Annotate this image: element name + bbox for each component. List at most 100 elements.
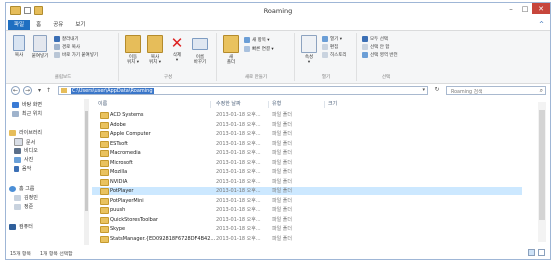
new-group-label: 새로 만들기 <box>244 75 268 80</box>
select-group: 모두 선택 선택 안 함 선택 영역 반전 선택 <box>358 33 414 81</box>
file-name: PotPlayerMini <box>110 197 144 204</box>
table-row[interactable]: ACD Systems 2013-01-18 오후... 파일 폴더 <box>92 111 522 119</box>
status-bar: 15개 항목 1개 항목 선택함 <box>6 247 550 259</box>
nav-item-computer[interactable]: 컴퓨터 <box>9 223 33 230</box>
maximize-button[interactable]: □ <box>518 3 532 14</box>
nav-item-user-1[interactable]: 김정민 <box>14 194 38 201</box>
table-row[interactable]: Microsoft 2013-01-18 오후... 파일 폴더 <box>92 159 522 167</box>
tab-view[interactable]: 보기 <box>69 20 91 30</box>
rename-button[interactable]: 이름 바꾸기 <box>190 35 210 65</box>
table-row[interactable]: Apple Computer 2013-01-18 오후... 파일 폴더 <box>92 130 522 138</box>
new-item-button[interactable]: 새 항목 ▾ <box>244 37 270 43</box>
folder-icon <box>100 197 109 205</box>
folder-icon <box>100 169 109 176</box>
edit-button[interactable]: 편집 <box>322 44 338 50</box>
table-row[interactable]: PotPlayerMini 2013-01-18 오후... 파일 폴더 <box>92 197 522 205</box>
nav-item-user-2[interactable]: 정준 <box>14 203 33 210</box>
search-icon[interactable]: ⌕ <box>540 87 543 95</box>
nav-item-pictures[interactable]: 사진 <box>14 156 33 163</box>
ribbon: 복사 붙여넣기 잘라내기 경로 복사 바로 가기 붙여넣기 클립보드 이동 위치… <box>6 30 550 84</box>
nav-scrollbar[interactable] <box>84 99 89 245</box>
column-header-size[interactable]: 크기 <box>328 99 337 109</box>
nav-item-desktop[interactable]: 바탕 화면 <box>12 101 42 108</box>
cut-button[interactable]: 잘라내기 <box>54 36 79 42</box>
nav-item-homegroup[interactable]: 홈 그룹 <box>9 185 34 192</box>
list-scrollbar-thumb[interactable] <box>539 110 545 220</box>
select-all-button[interactable]: 모두 선택 <box>362 36 388 42</box>
new-item-label: 새 항목 ▾ <box>252 38 270 43</box>
ribbon-collapse-icon[interactable]: ^ <box>539 21 544 28</box>
paste-shortcut-button[interactable]: 바로 가기 붙여넣기 <box>54 52 98 58</box>
file-date: 2013-01-18 오후... <box>216 140 261 147</box>
column-header-date[interactable]: 수정한 날짜 <box>216 99 241 109</box>
nav-item-documents[interactable]: 문서 <box>14 138 35 146</box>
easy-access-label: 빠른 연결 ▾ <box>252 47 274 52</box>
pin-button[interactable]: 복사 <box>10 35 28 58</box>
window-controls: – □ ✕ <box>504 3 550 14</box>
address-path[interactable]: C:\Users\user\AppData\Roaming <box>71 88 154 94</box>
table-row[interactable]: Skype 2013-01-18 오후... 파일 폴더 <box>92 225 522 233</box>
forward-button[interactable]: → <box>23 86 32 95</box>
table-row[interactable]: ESTsoft 2013-01-18 오후... 파일 폴더 <box>92 140 522 148</box>
move-to-button[interactable]: 이동 위치 ▾ <box>124 35 142 65</box>
up-button[interactable]: ↑ <box>44 86 53 95</box>
invert-selection-button[interactable]: 선택 영역 반전 <box>362 52 398 58</box>
details-view-icon[interactable] <box>528 249 535 256</box>
column-separator[interactable] <box>268 101 269 108</box>
folder-icon <box>100 235 109 243</box>
column-header-type[interactable]: 유형 <box>272 99 281 109</box>
column-separator[interactable] <box>210 101 211 108</box>
folder-icon <box>100 121 109 129</box>
file-name: Mozilla <box>110 169 128 175</box>
table-row[interactable]: PotPlayer 2013-01-18 오후... 파일 폴더 <box>92 187 522 195</box>
column-separator[interactable] <box>324 101 325 108</box>
table-row[interactable]: Macromedia 2013-01-18 오후... 파일 폴더 <box>92 149 522 157</box>
tab-file[interactable]: 파일 <box>8 20 31 30</box>
title-bar: Roaming – □ ✕ <box>6 3 550 19</box>
user-icon <box>14 203 21 210</box>
history-button[interactable]: 히스토리 <box>322 52 347 58</box>
table-row[interactable]: QuickStoresToolbar 2013-01-18 오후... 파일 폴더 <box>92 216 522 224</box>
chevron-down-icon[interactable]: ▾ <box>422 87 425 93</box>
open-button[interactable]: 열기 ▾ <box>322 36 342 42</box>
table-row[interactable]: Mozilla 2013-01-18 오후... 파일 폴더 <box>92 168 522 176</box>
close-button[interactable]: ✕ <box>532 3 550 14</box>
file-list: 이름 수정한 날짜 유형 크기 ACD Systems 2013-01-18 오후… <box>92 99 550 245</box>
copy-path-button[interactable]: 경로 복사 <box>54 44 80 50</box>
file-name: Microsoft <box>110 159 133 166</box>
edit-label: 편집 <box>330 45 339 50</box>
copy-to-button[interactable]: 복사 위치 ▾ <box>146 35 164 65</box>
search-input[interactable]: Roaming 검색 ⌕ <box>446 86 546 95</box>
nav-scrollbar-thumb[interactable] <box>85 111 88 211</box>
column-header-name[interactable]: 이름 <box>98 99 107 109</box>
table-row[interactable]: Adobe 2013-01-18 오후... 파일 폴더 <box>92 121 522 129</box>
minimize-button[interactable]: – <box>504 3 518 14</box>
large-icons-view-icon[interactable] <box>538 249 545 256</box>
nav-item-music[interactable]: 음악 <box>14 165 31 172</box>
table-row[interactable]: NVIDIA 2013-01-18 오후... 파일 폴더 <box>92 178 522 186</box>
nav-item-video[interactable]: 비디오 <box>14 147 38 154</box>
tab-home[interactable]: 홈 <box>30 20 47 30</box>
easy-access-button[interactable]: 빠른 연결 ▾ <box>244 46 274 52</box>
refresh-icon[interactable]: ↻ <box>432 86 442 95</box>
nav-item-label: 음악 <box>22 166 32 172</box>
select-none-button[interactable]: 선택 안 함 <box>362 44 389 50</box>
rename-icon <box>192 38 208 50</box>
paste-button[interactable]: 붙여넣기 <box>30 35 50 59</box>
invert-selection-label: 선택 영역 반전 <box>370 53 398 58</box>
table-row[interactable]: StatsManager.{ED092818F6728DF4B42... 2013… <box>92 235 522 243</box>
table-row[interactable]: puush 2013-01-18 오후... 파일 폴더 <box>92 206 522 214</box>
delete-button[interactable]: ✕ 삭제 ▾ <box>168 35 186 63</box>
tab-share[interactable]: 공유 <box>47 20 69 30</box>
file-date: 2013-01-18 오후... <box>216 207 261 213</box>
address-bar[interactable]: C:\Users\user\AppData\Roaming ▾ <box>58 86 428 95</box>
back-button[interactable]: ← <box>11 86 20 95</box>
nav-item-library[interactable]: 라이브러리 <box>9 129 42 136</box>
recent-dropdown-icon[interactable]: ▾ <box>35 86 44 95</box>
new-folder-button[interactable]: 새 폴더 <box>222 35 240 65</box>
nav-item-recent[interactable]: 최근 위치 <box>12 110 42 117</box>
properties-button[interactable]: 속성 ▾ <box>300 35 318 65</box>
file-type: 파일 폴더 <box>272 216 292 223</box>
list-scrollbar[interactable] <box>538 102 546 242</box>
search-placeholder: Roaming 검색 <box>451 90 483 95</box>
